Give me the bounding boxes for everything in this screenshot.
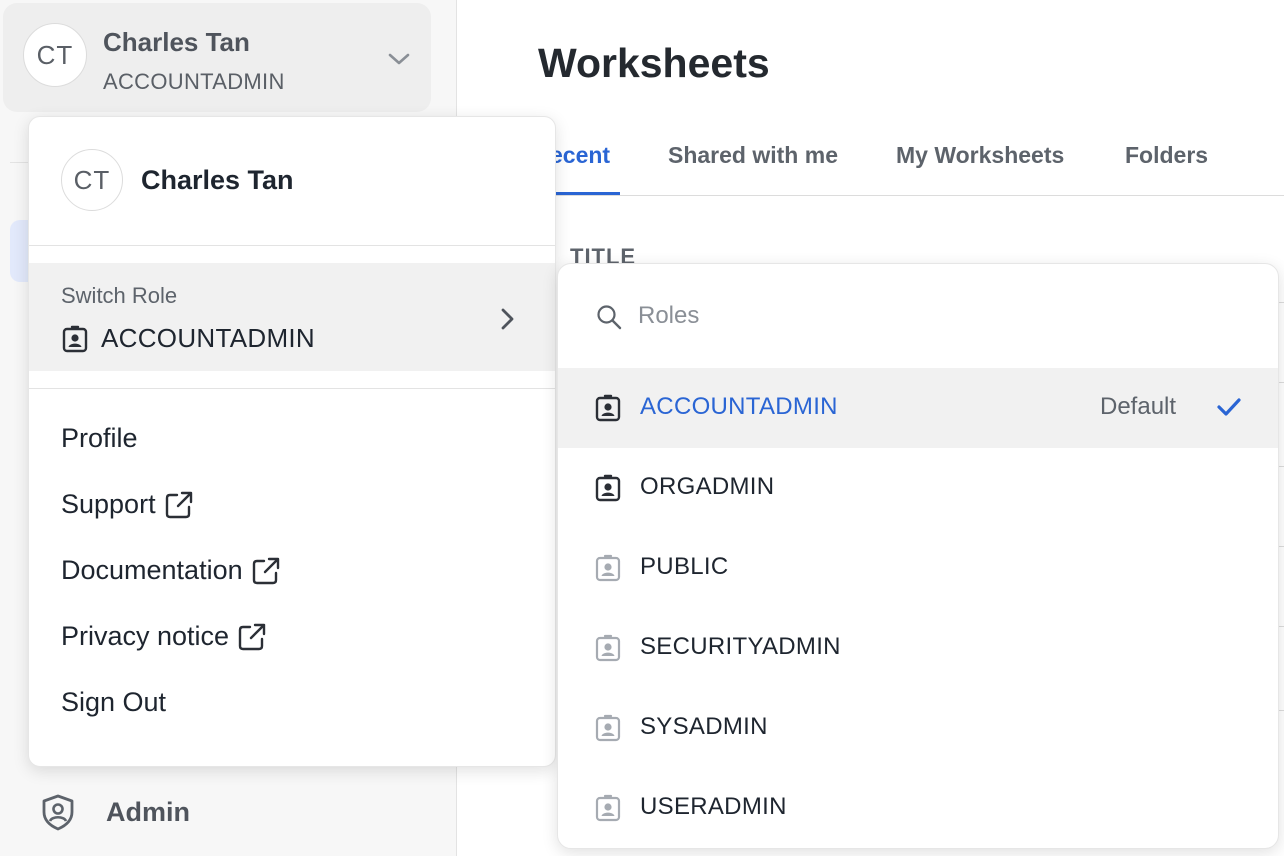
menu-item-profile[interactable]: Profile [61, 423, 138, 454]
menu-item-label: Support [61, 489, 156, 519]
default-badge: Default [1100, 393, 1177, 420]
role-option-orgadmin[interactable]: ORGADMIN [558, 448, 1278, 528]
menu-item-sign-out[interactable]: Sign Out [61, 687, 166, 718]
role-name: PUBLIC [640, 553, 729, 580]
menu-user-name: Charles Tan [141, 165, 294, 195]
table-row-divider [1279, 546, 1284, 547]
roles-search-input[interactable] [638, 296, 1238, 336]
menu-divider [29, 388, 555, 389]
menu-item-label: Sign Out [61, 687, 167, 717]
table-row-divider [1279, 382, 1284, 383]
role-option-useradmin[interactable]: USERADMIN [558, 768, 1278, 848]
external-link-icon [252, 557, 279, 584]
user-name: Charles Tan [103, 27, 250, 57]
sidebar-item-label: Admin [106, 796, 190, 827]
id-badge-icon [595, 634, 621, 662]
menu-item-privacy-notice[interactable]: Privacy notice [61, 621, 267, 652]
menu-item-label: Privacy notice [61, 621, 230, 651]
user-switcher[interactable]: CT Charles Tan ACCOUNTADMIN [3, 3, 431, 112]
tab-bar: ecent Shared with me My Worksheets Folde… [458, 140, 1284, 196]
switch-role-label: Switch Role [61, 283, 178, 308]
roles-panel: ACCOUNTADMIN Default ORGADMIN PUBLIC [557, 263, 1279, 849]
user-menu: CT Charles Tan Switch Role ACCOUNTADMIN … [28, 116, 556, 767]
switch-role-item[interactable]: Switch Role ACCOUNTADMIN [29, 263, 555, 371]
chevron-right-icon [501, 308, 514, 330]
id-badge-icon [595, 714, 621, 742]
role-option-securityadmin[interactable]: SECURITYADMIN [558, 608, 1278, 688]
id-badge-icon [62, 325, 88, 353]
checkmark-icon [1217, 398, 1241, 416]
menu-item-documentation[interactable]: Documentation [61, 555, 281, 586]
id-badge-icon [595, 554, 621, 582]
tab-shared-with-me[interactable]: Shared with me [668, 142, 838, 169]
menu-divider [29, 245, 555, 246]
shield-user-icon [42, 794, 74, 831]
external-link-icon [238, 623, 266, 650]
id-badge-icon [595, 794, 621, 822]
current-role: ACCOUNTADMIN [101, 323, 315, 353]
id-badge-icon [595, 474, 621, 502]
tab-my-worksheets[interactable]: My Worksheets [896, 142, 1064, 169]
table-row-divider [1279, 302, 1284, 303]
menu-item-label: Profile [61, 423, 138, 453]
search-icon [597, 305, 622, 330]
user-role: ACCOUNTADMIN [103, 69, 285, 94]
roles-search [558, 264, 1278, 366]
table-row-divider [1279, 626, 1284, 627]
tab-recent[interactable]: ecent [550, 142, 610, 169]
id-badge-icon [595, 394, 621, 422]
avatar: CT [61, 149, 123, 211]
table-row-divider [1279, 466, 1284, 467]
role-name: SECURITYADMIN [640, 633, 841, 660]
sidebar-item-admin[interactable]: Admin [40, 790, 190, 834]
role-name: USERADMIN [640, 793, 787, 820]
role-name: SYSADMIN [640, 713, 768, 740]
avatar: CT [23, 23, 87, 87]
role-option-sysadmin[interactable]: SYSADMIN [558, 688, 1278, 768]
menu-item-support[interactable]: Support [61, 489, 194, 520]
tab-folders[interactable]: Folders [1125, 142, 1208, 169]
role-option-accountadmin[interactable]: ACCOUNTADMIN Default [558, 368, 1278, 448]
role-option-public[interactable]: PUBLIC [558, 528, 1278, 608]
role-name: ORGADMIN [640, 473, 775, 500]
chevron-down-icon [388, 53, 410, 65]
role-name: ACCOUNTADMIN [640, 393, 838, 420]
external-link-icon [165, 491, 192, 518]
menu-item-label: Documentation [61, 555, 243, 585]
page-title: Worksheets [538, 40, 770, 86]
table-row-divider [1279, 710, 1284, 711]
